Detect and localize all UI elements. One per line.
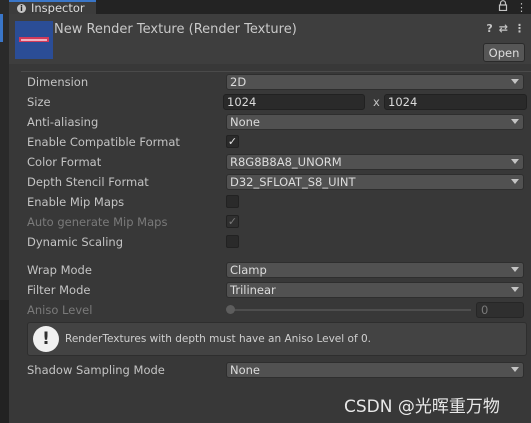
- tab-label: Inspector: [31, 1, 85, 15]
- enable-mip-maps-checkbox[interactable]: [226, 195, 239, 208]
- row-size: Size 1024 x 1024: [27, 92, 531, 112]
- selection-indicator: [0, 14, 3, 42]
- depth-stencil-format-dropdown[interactable]: D32_SFLOAT_S8_UINT: [226, 174, 524, 190]
- menu-icon[interactable]: ⋮: [516, 1, 527, 14]
- left-panel-edge: [0, 0, 9, 423]
- aniso-level-label: Aniso Level: [27, 303, 93, 317]
- lock-icon[interactable]: [498, 0, 508, 14]
- row-depth-stencil-format: Depth Stencil Format D32_SFLOAT_S8_UINT: [27, 172, 531, 192]
- row-dynamic-scaling: Dynamic Scaling: [27, 232, 531, 252]
- row-color-format: Color Format R8G8B8A8_UNORM: [27, 152, 531, 172]
- info-icon: i: [17, 3, 26, 13]
- size-label: Size: [27, 95, 51, 109]
- help-box: ! RenderTextures with depth must have an…: [27, 322, 527, 356]
- render-texture-thumbnail: [15, 21, 53, 59]
- wrap-mode-dropdown[interactable]: Clamp: [226, 262, 524, 278]
- watermark: CSDN @光晖重万物: [344, 397, 500, 417]
- dropdown-arrow-icon: [511, 159, 519, 164]
- tab-inspector[interactable]: i Inspector: [9, 0, 96, 15]
- auto-generate-mip-maps-label: Auto generate Mip Maps: [27, 215, 168, 229]
- enable-mip-maps-label: Enable Mip Maps: [27, 195, 125, 209]
- auto-generate-mip-maps-checkbox: ✓: [226, 215, 239, 228]
- dimension-label: Dimension: [27, 75, 89, 89]
- shadow-sampling-mode-dropdown[interactable]: None: [226, 362, 524, 378]
- more-options-icon[interactable]: ⋮: [514, 22, 525, 35]
- aniso-level-slider-knob: [226, 305, 235, 314]
- header-icons: ? ⇄ ⋮: [486, 22, 525, 35]
- filter-mode-dropdown[interactable]: Trilinear: [226, 282, 524, 298]
- presets-icon[interactable]: ⇄: [499, 22, 508, 35]
- left-panel-background: [0, 300, 9, 423]
- dropdown-arrow-icon: [511, 79, 519, 84]
- anti-aliasing-label: Anti-aliasing: [27, 115, 99, 129]
- enable-compatible-format-label: Enable Compatible Format: [27, 135, 180, 149]
- enable-compatible-format-checkbox[interactable]: ✓: [226, 135, 239, 148]
- dynamic-scaling-label: Dynamic Scaling: [27, 235, 124, 249]
- color-format-label: Color Format: [27, 155, 102, 169]
- depth-stencil-format-label: Depth Stencil Format: [27, 175, 149, 189]
- row-wrap-mode: Wrap Mode Clamp: [27, 260, 531, 280]
- row-shadow-sampling-mode: Shadow Sampling Mode None: [27, 360, 531, 380]
- color-format-dropdown[interactable]: R8G8B8A8_UNORM: [226, 154, 524, 170]
- wrap-mode-label: Wrap Mode: [27, 263, 92, 277]
- asset-title: New Render Texture (Render Texture): [54, 22, 297, 37]
- inspector-panel: Dimension 2D Size 1024 x 1024 Anti-alias…: [9, 64, 531, 423]
- anti-aliasing-dropdown[interactable]: None: [226, 114, 524, 130]
- dropdown-arrow-icon: [511, 179, 519, 184]
- dropdown-arrow-icon: [511, 287, 519, 292]
- open-button[interactable]: Open: [483, 43, 525, 62]
- row-filter-mode: Filter Mode Trilinear: [27, 280, 531, 300]
- size-height-input[interactable]: 1024: [384, 94, 527, 110]
- row-auto-generate-mip-maps: Auto generate Mip Maps ✓: [27, 212, 531, 232]
- dimension-dropdown[interactable]: 2D: [226, 74, 524, 90]
- dropdown-arrow-icon: [511, 367, 519, 372]
- size-separator: x: [373, 95, 380, 109]
- dropdown-arrow-icon: [511, 119, 519, 124]
- row-enable-mip-maps: Enable Mip Maps: [27, 192, 531, 212]
- help-icon[interactable]: ?: [486, 22, 492, 35]
- aniso-level-value: 0: [476, 302, 524, 318]
- aniso-level-slider-track: [230, 309, 471, 311]
- row-dimension: Dimension 2D: [27, 72, 531, 92]
- row-anti-aliasing: Anti-aliasing None: [27, 112, 531, 132]
- warning-icon: !: [33, 326, 59, 352]
- dynamic-scaling-checkbox[interactable]: [226, 235, 239, 248]
- help-message: RenderTextures with depth must have an A…: [65, 333, 371, 345]
- size-width-input[interactable]: 1024: [223, 94, 365, 110]
- row-enable-compatible-format: Enable Compatible Format ✓: [27, 132, 531, 152]
- inspector-header: New Render Texture (Render Texture) ? ⇄ …: [9, 14, 531, 65]
- shadow-sampling-mode-label: Shadow Sampling Mode: [27, 363, 165, 377]
- row-aniso-level: Aniso Level 0: [27, 300, 531, 320]
- filter-mode-label: Filter Mode: [27, 283, 91, 297]
- tab-bar: i Inspector ⋮: [9, 0, 531, 15]
- dropdown-arrow-icon: [511, 267, 519, 272]
- tab-bar-icons: ⋮: [498, 0, 527, 14]
